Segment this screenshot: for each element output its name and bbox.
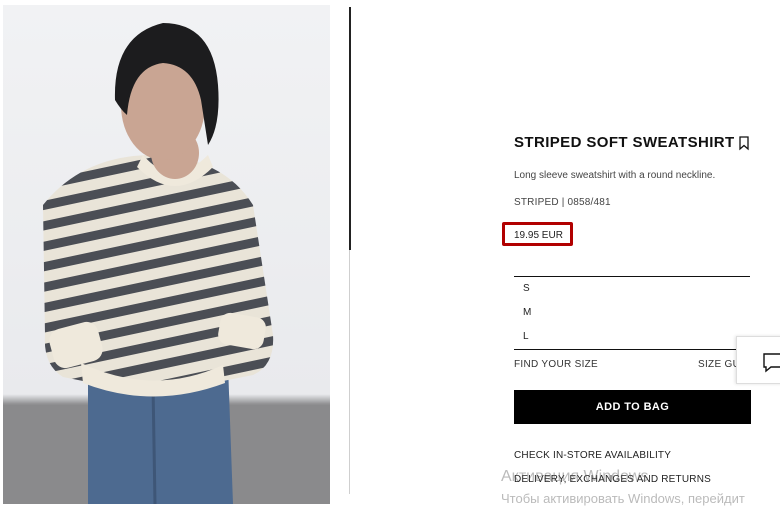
size-guide-link[interactable]: SIZE GU (698, 359, 740, 370)
model-illustration (3, 23, 330, 504)
size-option-l[interactable]: L (523, 331, 529, 342)
size-option-s[interactable]: S (523, 283, 530, 294)
windows-activation-watermark: Активация Windows (501, 468, 649, 485)
product-description: Long sleeve sweatshirt with a round neck… (514, 170, 716, 181)
find-your-size-link[interactable]: FIND YOUR SIZE (514, 359, 598, 370)
divider (349, 250, 350, 494)
product-photo[interactable] (3, 5, 330, 504)
product-price: 19.95 EUR (514, 230, 563, 241)
add-to-bag-button[interactable]: ADD TO BAG (514, 390, 751, 424)
chat-icon (763, 353, 780, 373)
bookmark-icon[interactable] (738, 136, 750, 151)
check-store-availability-link[interactable]: CHECK IN-STORE AVAILABILITY (514, 450, 671, 461)
size-list-bottom-border (514, 349, 750, 350)
size-option-m[interactable]: M (523, 307, 531, 318)
chat-button[interactable] (736, 336, 780, 384)
product-reference: STRIPED | 0858/481 (514, 197, 611, 208)
image-scrollbar[interactable] (349, 7, 351, 250)
product-title: STRIPED SOFT SWEATSHIRT (514, 134, 735, 151)
product-header: STRIPED SOFT SWEATSHIRT (514, 134, 754, 158)
size-list-top-border (514, 276, 750, 277)
